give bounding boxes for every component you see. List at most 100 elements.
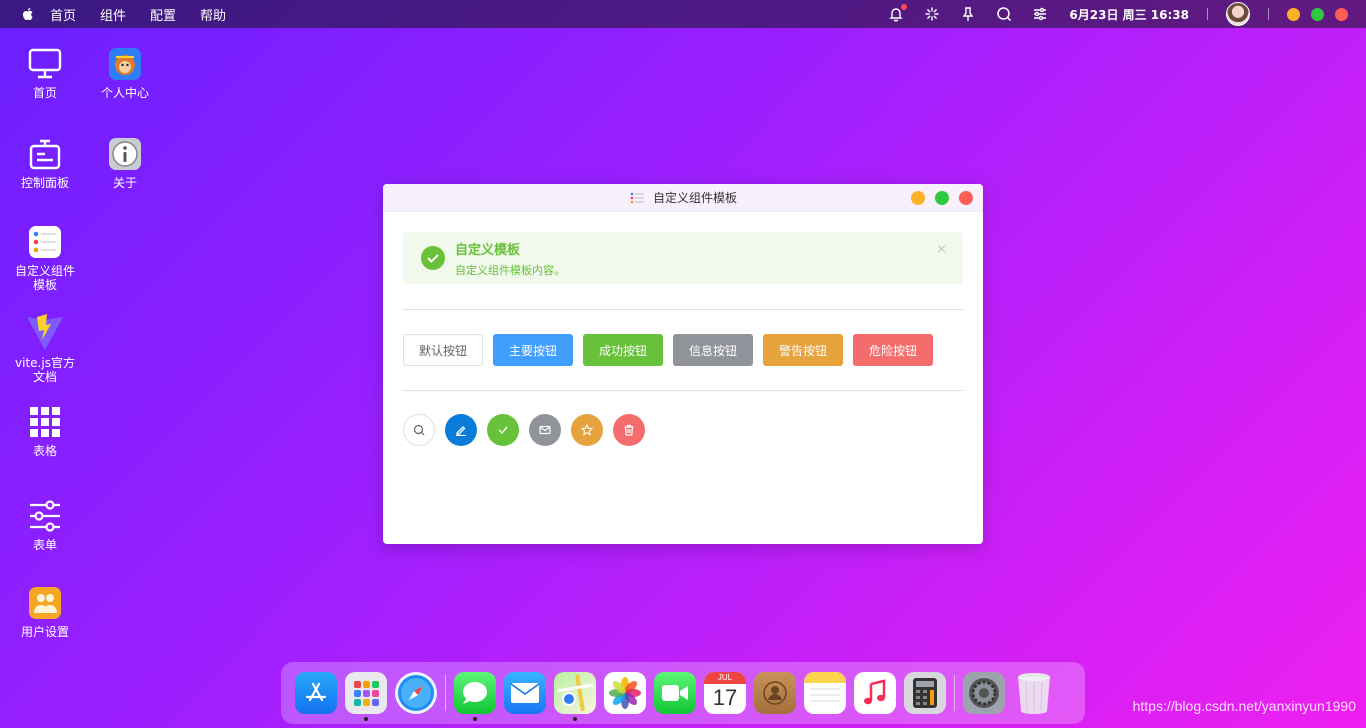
desktop-icon-form[interactable]: 表单 bbox=[10, 498, 80, 552]
calendar-icon[interactable]: JUL 17 bbox=[704, 672, 746, 714]
close-button[interactable] bbox=[1335, 7, 1348, 21]
window-close-button[interactable] bbox=[959, 191, 973, 205]
circle-delete-button[interactable] bbox=[613, 414, 645, 446]
facetime-icon[interactable] bbox=[654, 672, 696, 714]
desktop-icon-label: 个人中心 bbox=[100, 86, 149, 100]
loading-icon[interactable] bbox=[923, 5, 941, 23]
minimize-button[interactable] bbox=[1287, 7, 1300, 21]
circle-search-button[interactable] bbox=[403, 414, 435, 446]
button-row: 默认按钮 主要按钮 成功按钮 信息按钮 警告按钮 危险按钮 bbox=[403, 334, 943, 366]
dock: JUL 17 bbox=[281, 662, 1085, 724]
desktop-icon-label: vite.js官方文档 bbox=[15, 356, 75, 384]
maximize-button[interactable] bbox=[1311, 7, 1324, 21]
circle-edit-button[interactable] bbox=[445, 414, 477, 446]
desktop-icon-table[interactable]: 表格 bbox=[10, 404, 80, 458]
menubar: 首页 组件 配置 帮助 6月23日 周三 16:38 bbox=[0, 0, 1366, 28]
desktop-icon-label: 表单 bbox=[32, 538, 57, 552]
messages-icon[interactable] bbox=[454, 672, 496, 721]
maps-icon[interactable] bbox=[554, 672, 596, 721]
running-indicator bbox=[573, 717, 577, 721]
desktop-icon-label: 关于 bbox=[112, 176, 137, 190]
calendar-day: 17 bbox=[712, 685, 738, 710]
custom-template-window: 自定义组件模板 自定义模板 自定义组件模板内容。 × 默认按钮 主要按钮 成功按… bbox=[383, 184, 983, 544]
menubar-divider bbox=[1207, 8, 1208, 20]
menu-help[interactable]: 帮助 bbox=[200, 5, 226, 24]
app-store-icon[interactable] bbox=[295, 672, 337, 714]
star-icon bbox=[581, 424, 593, 436]
monkey-icon bbox=[107, 46, 143, 82]
success-button[interactable]: 成功按钮 bbox=[583, 334, 663, 366]
search-icon[interactable] bbox=[995, 5, 1013, 23]
window-maximize-button[interactable] bbox=[935, 191, 949, 205]
circle-message-button[interactable] bbox=[529, 414, 561, 446]
desktop-icon-vite-docs[interactable]: vite.js官方文档 bbox=[10, 312, 80, 384]
bell-icon[interactable] bbox=[887, 4, 908, 23]
list-template-icon bbox=[27, 224, 63, 260]
contacts-icon[interactable] bbox=[754, 672, 796, 714]
desktop-icon-profile[interactable]: 个人中心 bbox=[90, 46, 160, 100]
alert-close-button[interactable]: × bbox=[936, 242, 947, 257]
control-panel-icon bbox=[27, 136, 63, 172]
warning-button[interactable]: 警告按钮 bbox=[763, 334, 843, 366]
circle-star-button[interactable] bbox=[571, 414, 603, 446]
alert-description: 自定义组件模板内容。 bbox=[455, 263, 565, 277]
desktop-icon-label: 表格 bbox=[32, 444, 57, 458]
apple-icon[interactable] bbox=[20, 6, 36, 22]
calculator-icon[interactable] bbox=[904, 672, 946, 714]
circle-check-button[interactable] bbox=[487, 414, 519, 446]
running-indicator bbox=[364, 717, 368, 721]
desktop-icon-control-panel[interactable]: 控制面板 bbox=[10, 136, 80, 190]
desktop-icon-home[interactable]: 首页 bbox=[10, 46, 80, 100]
desktop-icon-user-settings[interactable]: 用户设置 bbox=[10, 585, 80, 639]
divider bbox=[403, 390, 963, 391]
desktop-icon-label: 首页 bbox=[32, 86, 57, 100]
users-icon bbox=[27, 585, 63, 621]
sliders-icon bbox=[27, 498, 63, 534]
menu-home[interactable]: 首页 bbox=[50, 5, 76, 24]
success-alert: 自定义模板 自定义组件模板内容。 × bbox=[403, 232, 963, 284]
window-minimize-button[interactable] bbox=[911, 191, 925, 205]
window-titlebar[interactable]: 自定义组件模板 bbox=[383, 184, 983, 212]
desktop-icon-label: 控制面板 bbox=[20, 176, 69, 190]
delete-icon bbox=[624, 424, 634, 436]
edit-icon bbox=[456, 426, 466, 436]
info-icon bbox=[107, 136, 143, 172]
system-preferences-icon[interactable] bbox=[963, 672, 1005, 714]
search-icon bbox=[413, 424, 425, 436]
photos-icon[interactable] bbox=[604, 672, 646, 714]
default-button[interactable]: 默认按钮 bbox=[403, 334, 483, 366]
pin-icon[interactable] bbox=[959, 5, 977, 23]
desktop-icon-about[interactable]: 关于 bbox=[90, 136, 160, 190]
clock[interactable]: 6月23日 周三 16:38 bbox=[1069, 6, 1189, 23]
mail-icon[interactable] bbox=[504, 672, 546, 714]
safari-icon[interactable] bbox=[395, 672, 437, 714]
message-icon bbox=[539, 425, 551, 435]
primary-button[interactable]: 主要按钮 bbox=[493, 334, 573, 366]
window-title: 自定义组件模板 bbox=[652, 191, 737, 205]
menubar-divider bbox=[1268, 8, 1269, 20]
grid-icon bbox=[27, 404, 63, 440]
dock-divider bbox=[445, 675, 446, 711]
notification-dot bbox=[901, 4, 908, 10]
menu-components[interactable]: 组件 bbox=[100, 5, 126, 24]
menu-config[interactable]: 配置 bbox=[150, 5, 176, 24]
notes-icon[interactable] bbox=[804, 672, 846, 714]
running-indicator bbox=[473, 717, 477, 721]
desktop-icon-label: 用户设置 bbox=[20, 625, 69, 639]
sliders-icon[interactable] bbox=[1031, 5, 1049, 23]
watermark: https://blog.csdn.net/yanxinyun1990 bbox=[1132, 698, 1356, 714]
avatar[interactable] bbox=[1226, 2, 1250, 26]
check-circle-icon bbox=[421, 246, 445, 270]
monitor-icon bbox=[27, 46, 63, 82]
dock-divider bbox=[954, 675, 955, 711]
circle-button-row bbox=[403, 414, 655, 446]
launchpad-icon[interactable] bbox=[345, 672, 387, 721]
alert-title: 自定义模板 bbox=[455, 242, 521, 258]
info-button[interactable]: 信息按钮 bbox=[673, 334, 753, 366]
music-icon[interactable] bbox=[854, 672, 896, 714]
desktop-icon-custom-template[interactable]: 自定义组件模板 bbox=[10, 224, 80, 292]
check-icon bbox=[498, 426, 508, 435]
trash-icon[interactable] bbox=[1013, 672, 1055, 714]
danger-button[interactable]: 危险按钮 bbox=[853, 334, 933, 366]
list-template-icon bbox=[629, 190, 645, 206]
